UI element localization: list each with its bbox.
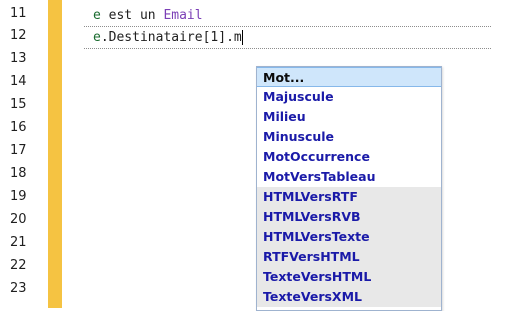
keyword-token: est un xyxy=(100,8,164,23)
line-separator xyxy=(84,26,491,27)
autocomplete-item-htmlversrtf[interactable]: HTMLVersRTF xyxy=(257,187,441,207)
typed-text: m xyxy=(233,30,242,45)
dot-token: . xyxy=(226,30,234,45)
code-line-12[interactable]: e.Destinataire[1].m xyxy=(93,28,243,48)
line-separator xyxy=(84,48,491,49)
change-indicator-bar xyxy=(48,0,62,308)
line-number: 12 xyxy=(10,28,27,43)
text-caret xyxy=(241,30,243,45)
autocomplete-popup[interactable]: Mot... Majuscule Milieu Minuscule MotOcc… xyxy=(256,66,442,311)
line-number: 13 xyxy=(10,51,27,66)
code-editor[interactable]: 11 12 13 14 15 16 17 18 19 20 21 22 23 e… xyxy=(0,0,509,311)
line-number: 17 xyxy=(10,143,27,158)
variable-token: e xyxy=(93,8,101,23)
autocomplete-item-texteversHTML[interactable]: TexteVersHTML xyxy=(257,267,441,287)
autocomplete-item-minuscule[interactable]: Minuscule xyxy=(257,127,441,147)
autocomplete-item-htmlversrvb[interactable]: HTMLVersRVB xyxy=(257,207,441,227)
line-number: 22 xyxy=(10,258,27,273)
type-token: Email xyxy=(163,8,203,23)
line-number: 18 xyxy=(10,166,27,181)
line-number: 16 xyxy=(10,120,27,135)
code-line-11[interactable]: e est un Email xyxy=(93,6,203,26)
line-number: 15 xyxy=(10,97,27,112)
line-number: 21 xyxy=(10,235,27,250)
member-token: .Destinataire xyxy=(100,30,203,45)
autocomplete-item-motverstableau[interactable]: MotVersTableau xyxy=(257,167,441,187)
line-number: 20 xyxy=(10,212,27,227)
autocomplete-item-rtfvershtml[interactable]: RTFVersHTML xyxy=(257,247,441,267)
line-number: 19 xyxy=(10,189,27,204)
variable-token: e xyxy=(93,30,101,45)
autocomplete-item-majuscule[interactable]: Majuscule xyxy=(257,87,441,107)
line-number: 14 xyxy=(10,74,27,89)
autocomplete-item-texteversxml[interactable]: TexteVersXML xyxy=(257,287,441,307)
autocomplete-item-milieu[interactable]: Milieu xyxy=(257,107,441,127)
line-number: 23 xyxy=(10,281,27,296)
autocomplete-item-motoccurrence[interactable]: MotOccurrence xyxy=(257,147,441,167)
autocomplete-item-htmlverstexte[interactable]: HTMLVersTexte xyxy=(257,227,441,247)
line-number: 11 xyxy=(10,6,27,21)
autocomplete-item-mot[interactable]: Mot... xyxy=(257,67,441,87)
bracket-close-token: ] xyxy=(218,30,227,45)
